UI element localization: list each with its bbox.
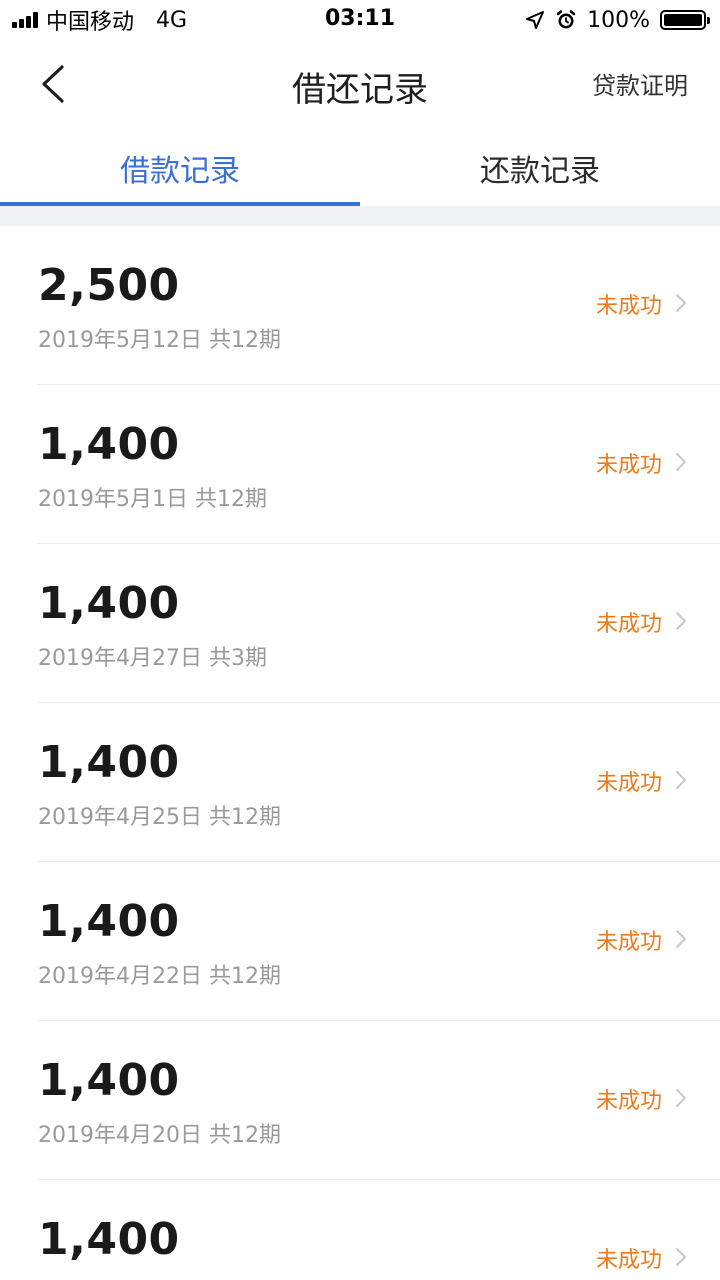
status-badge: 未成功 <box>595 771 662 796</box>
battery-fill <box>664 14 702 26</box>
tab-repayment-records[interactable]: 还款记录 <box>360 128 720 206</box>
list-item[interactable]: 1,400 2019年4月20日 共12期 未成功 <box>38 1021 720 1180</box>
battery-icon <box>660 10 710 30</box>
chevron-right-icon <box>676 612 686 630</box>
chevron-right-icon <box>676 930 686 948</box>
status-badge: 未成功 <box>595 612 662 637</box>
list-item[interactable]: 2,500 2019年5月12日 共12期 未成功 <box>38 226 720 385</box>
chevron-right-icon <box>676 294 686 312</box>
loan-date-term: 2019年5月1日 共12期 <box>38 487 267 512</box>
loan-amount: 1,400 <box>38 578 180 629</box>
status-bar: 中国移动 4G 03:11 100% <box>0 0 720 40</box>
status-badge: 未成功 <box>595 453 662 478</box>
loan-date-term: 2019年4月22日 共12期 <box>38 964 281 989</box>
battery-percent: 100% <box>587 7 650 33</box>
list-item[interactable]: 1,400 2019年4月25日 共12期 未成功 <box>38 703 720 862</box>
loan-amount: 1,400 <box>38 419 180 470</box>
loan-amount: 1,400 <box>38 737 180 788</box>
list-item[interactable]: 1,400 2019年4月22日 共12期 未成功 <box>38 862 720 1021</box>
chevron-right-icon <box>676 453 686 471</box>
tab-loan-records[interactable]: 借款记录 <box>0 128 360 206</box>
loan-proof-button[interactable]: 贷款证明 <box>592 66 688 101</box>
list-item[interactable]: 1,400 2019年5月1日 共12期 未成功 <box>38 385 720 544</box>
loan-amount: 2,500 <box>38 260 180 311</box>
list-item[interactable]: 1,400 未成功 <box>38 1180 720 1280</box>
location-arrow-icon <box>526 11 545 29</box>
status-badge: 未成功 <box>595 1248 662 1273</box>
loan-list: 2,500 2019年5月12日 共12期 未成功 1,400 2019年5月1… <box>0 226 720 1280</box>
loan-date-term: 2019年4月27日 共3期 <box>38 646 267 671</box>
screen: 中国移动 4G 03:11 100% 借还记录 贷款证明 借款记录 还款记录 2… <box>0 0 720 1280</box>
status-right: 100% <box>525 6 710 34</box>
loan-date-term: 2019年4月25日 共12期 <box>38 805 281 830</box>
status-badge: 未成功 <box>595 1089 662 1114</box>
chevron-right-icon <box>676 1248 686 1266</box>
status-badge: 未成功 <box>595 294 662 319</box>
status-badge: 未成功 <box>595 930 662 955</box>
loan-date-term: 2019年5月12日 共12期 <box>38 328 281 353</box>
loan-amount: 1,400 <box>38 1055 180 1106</box>
chevron-right-icon <box>676 771 686 789</box>
chevron-right-icon <box>676 1089 686 1107</box>
record-tabs: 借款记录 还款记录 <box>0 128 720 206</box>
list-item[interactable]: 1,400 2019年4月27日 共3期 未成功 <box>38 544 720 703</box>
section-divider <box>0 206 720 226</box>
loan-amount: 1,400 <box>38 1214 180 1265</box>
alarm-clock-icon <box>556 10 576 29</box>
loan-amount: 1,400 <box>38 896 180 947</box>
nav-bar: 借还记录 贷款证明 <box>0 40 720 128</box>
loan-date-term: 2019年4月20日 共12期 <box>38 1123 281 1148</box>
